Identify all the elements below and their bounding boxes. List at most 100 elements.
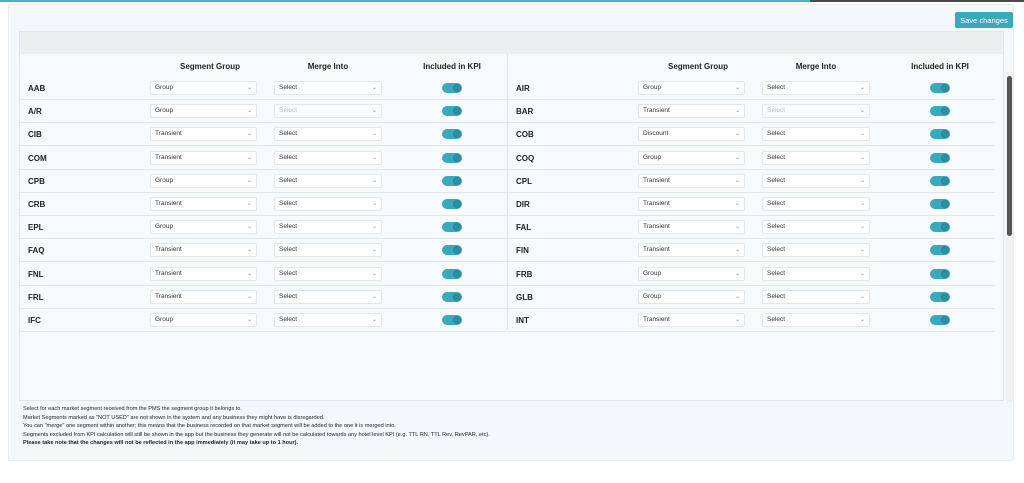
merge-into-value: Select	[279, 269, 298, 277]
segment-group-select[interactable]: Group ⌄	[638, 289, 745, 304]
kpi-toggle[interactable]	[442, 268, 462, 279]
table-row: FAL Transient ⌄ Select ⌄	[508, 216, 995, 240]
table-row: BAR Transient ⌄ Select ⌄	[508, 100, 995, 124]
merge-into-select[interactable]: Select ⌄	[762, 81, 870, 95]
kpi-toggle[interactable]	[930, 315, 950, 325]
segment-group-select[interactable]: Transient ⌄	[638, 243, 745, 258]
kpi-toggle[interactable]	[930, 268, 950, 279]
segment-group-value: Discount	[643, 130, 669, 138]
kpi-toggle[interactable]	[442, 222, 462, 233]
segment-group-select[interactable]: Transient ⌄	[638, 173, 745, 188]
segment-group-select[interactable]: Transient ⌄	[150, 197, 257, 211]
segment-group-select[interactable]: Group ⌄	[150, 220, 257, 235]
merge-into-select[interactable]: Select ⌄	[762, 243, 870, 258]
chevron-down-icon: ⌄	[371, 270, 377, 277]
kpi-toggle[interactable]	[442, 106, 462, 117]
merge-into-select[interactable]: Select ⌄	[762, 266, 870, 281]
toggle-knob	[941, 200, 949, 208]
scrollbar-thumb[interactable]	[1007, 76, 1012, 236]
table-row: COQ Group ⌄ Select ⌄	[508, 147, 995, 170]
kpi-toggle[interactable]	[930, 129, 950, 140]
segment-group-select[interactable]: Transient ⌄	[638, 313, 745, 327]
merge-into-value: Select	[279, 292, 298, 300]
merge-into-select[interactable]: Select ⌄	[762, 220, 870, 235]
chevron-down-icon: ⌄	[734, 108, 740, 115]
toggle-knob	[941, 223, 949, 232]
merge-into-select[interactable]: Select ⌄	[274, 173, 382, 188]
header-merge-into: Merge Into	[307, 62, 349, 71]
merge-into-select[interactable]: Select ⌄	[762, 289, 870, 304]
merge-into-select: Select ⌄	[274, 104, 382, 119]
segment-group-select[interactable]: Group ⌄	[150, 81, 257, 95]
merge-into-select[interactable]: Select ⌄	[274, 266, 382, 281]
segment-group-value: Group	[155, 223, 174, 231]
segment-group-select[interactable]: Transient ⌄	[150, 150, 257, 165]
segment-group-select[interactable]: Discount ⌄	[638, 127, 745, 142]
segment-code: EPL	[28, 223, 44, 233]
segment-group-select[interactable]: Transient ⌄	[150, 289, 257, 304]
toggle-knob	[941, 107, 949, 116]
merge-into-select[interactable]: Select ⌄	[274, 243, 382, 258]
merge-into-select[interactable]: Select ⌄	[762, 197, 870, 211]
segment-group-select[interactable]: Group ⌄	[638, 81, 745, 95]
merge-into-select[interactable]: Select ⌄	[274, 81, 382, 95]
segment-group-select[interactable]: Group ⌄	[638, 150, 745, 165]
chevron-down-icon: ⌄	[371, 85, 377, 91]
segment-group-value: Transient	[155, 130, 182, 138]
segment-group-select[interactable]: Group ⌄	[638, 266, 745, 281]
chevron-down-icon: ⌄	[734, 270, 740, 277]
toggle-knob	[941, 176, 949, 185]
segment-group-select[interactable]: Transient ⌄	[150, 266, 257, 281]
merge-into-select[interactable]: Select ⌄	[274, 150, 382, 165]
merge-into-select[interactable]: Select ⌄	[274, 289, 382, 304]
toggle-knob	[453, 200, 461, 208]
segment-group-select[interactable]: Group ⌄	[150, 173, 257, 188]
kpi-toggle[interactable]	[930, 83, 950, 93]
kpi-toggle[interactable]	[930, 106, 950, 117]
kpi-toggle[interactable]	[442, 152, 462, 163]
toggle-knob	[941, 246, 949, 255]
save-changes-button[interactable]: Save changes	[955, 12, 1013, 28]
kpi-toggle[interactable]	[442, 83, 462, 93]
segment-group-select[interactable]: Transient ⌄	[638, 220, 745, 235]
merge-into-select[interactable]: Select ⌄	[274, 127, 382, 142]
segment-group-select[interactable]: Transient ⌄	[638, 197, 745, 211]
merge-into-select[interactable]: Select ⌄	[274, 197, 382, 211]
merge-into-value: Select	[279, 176, 298, 184]
table-row: COB Discount ⌄ Select ⌄	[508, 123, 995, 147]
kpi-toggle[interactable]	[442, 175, 462, 186]
kpi-toggle[interactable]	[930, 152, 950, 163]
kpi-toggle[interactable]	[930, 222, 950, 233]
kpi-toggle[interactable]	[930, 175, 950, 186]
segment-group-value: Transient	[155, 246, 182, 254]
merge-into-select[interactable]: Select ⌄	[274, 220, 382, 235]
segment-group-select[interactable]: Transient ⌄	[638, 104, 745, 119]
kpi-toggle[interactable]	[930, 291, 950, 302]
merge-into-select[interactable]: Select ⌄	[762, 150, 870, 165]
kpi-toggle[interactable]	[442, 315, 462, 325]
merge-into-value: Select	[767, 84, 786, 91]
segment-code: AIR	[516, 84, 530, 93]
segment-group-select[interactable]: Group ⌄	[150, 104, 257, 119]
kpi-toggle[interactable]	[930, 245, 950, 256]
table-row: DIR Transient ⌄ Select ⌄	[508, 193, 995, 216]
chevron-down-icon: ⌄	[371, 108, 377, 115]
segment-code: DIR	[516, 200, 530, 209]
merge-into-select[interactable]: Select ⌄	[762, 313, 870, 327]
merge-into-select[interactable]: Select ⌄	[762, 127, 870, 142]
panel-header-bar	[20, 32, 1003, 54]
toggle-knob	[941, 292, 949, 301]
kpi-toggle[interactable]	[930, 199, 950, 209]
merge-into-select[interactable]: Select ⌄	[762, 173, 870, 188]
chevron-down-icon: ⌄	[246, 131, 252, 138]
kpi-toggle[interactable]	[442, 245, 462, 256]
chevron-down-icon: ⌄	[246, 201, 252, 207]
top-accent-line	[0, 0, 810, 2]
merge-into-select[interactable]: Select ⌄	[274, 313, 382, 327]
segment-group-select[interactable]: Transient ⌄	[150, 127, 257, 142]
kpi-toggle[interactable]	[442, 291, 462, 302]
segment-group-select[interactable]: Group ⌄	[150, 313, 257, 327]
segment-group-select[interactable]: Transient ⌄	[150, 243, 257, 258]
kpi-toggle[interactable]	[442, 199, 462, 209]
kpi-toggle[interactable]	[442, 129, 462, 140]
